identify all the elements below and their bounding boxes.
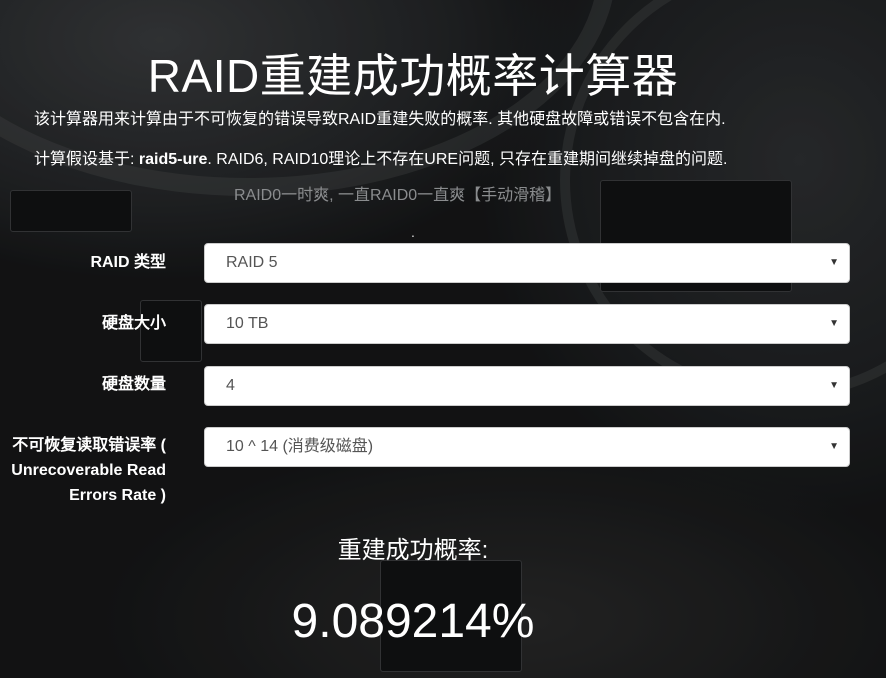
- joke-note: RAID0一时爽, 一直RAID0一直爽【手动滑稽】: [234, 187, 562, 204]
- raid-type-value: RAID 5: [226, 254, 278, 271]
- separator-dot: .: [411, 224, 415, 240]
- description-line-2: 计算假设基于: raid5-ure. RAID6, RAID10理论上不存在UR…: [34, 145, 727, 169]
- disk-size-select[interactable]: 10 TB ▼: [204, 304, 850, 344]
- chevron-down-icon: ▼: [829, 441, 839, 452]
- result-value: 9.089214%: [291, 595, 535, 648]
- description-line-1: 该计算器用来计算由于不可恢复的错误导致RAID重建失败的概率. 其他硬盘故障或错…: [34, 111, 726, 128]
- chevron-down-icon: ▼: [829, 318, 839, 329]
- ure-rate-value: 10 ^ 14 (消费级磁盘): [226, 438, 374, 455]
- disk-size-value: 10 TB: [226, 315, 269, 332]
- chevron-down-icon: ▼: [829, 257, 839, 268]
- ure-rate-label-line-2: Unrecoverable Read: [11, 462, 166, 479]
- description-prefix: 计算假设基于:: [34, 151, 139, 168]
- disk-count-label: 硬盘数量: [101, 376, 166, 393]
- ure-rate-label: 不可恢复读取错误率 ( Unrecoverable Read Errors Ra…: [11, 433, 166, 508]
- ure-rate-label-line-3: Errors Rate ): [69, 487, 166, 504]
- description-suffix: . RAID6, RAID10理论上不存在URE问题, 只存在重建期间继续掉盘的…: [207, 151, 728, 168]
- ure-rate-select[interactable]: 10 ^ 14 (消费级磁盘) ▼: [204, 427, 850, 467]
- disk-size-label: 硬盘大小: [101, 315, 166, 332]
- chevron-down-icon: ▼: [829, 380, 839, 391]
- page-title: RAID重建成功概率计算器: [147, 50, 679, 102]
- disk-count-value: 4: [226, 377, 235, 394]
- assumption-model: raid5-ure: [138, 151, 208, 168]
- raid-type-label: RAID 类型: [90, 254, 166, 271]
- result-label: 重建成功概率:: [337, 537, 489, 564]
- raid-type-select[interactable]: RAID 5 ▼: [204, 243, 850, 283]
- disk-count-select[interactable]: 4 ▼: [204, 366, 850, 406]
- ure-rate-label-line-1: 不可恢复读取错误率 (: [12, 437, 166, 454]
